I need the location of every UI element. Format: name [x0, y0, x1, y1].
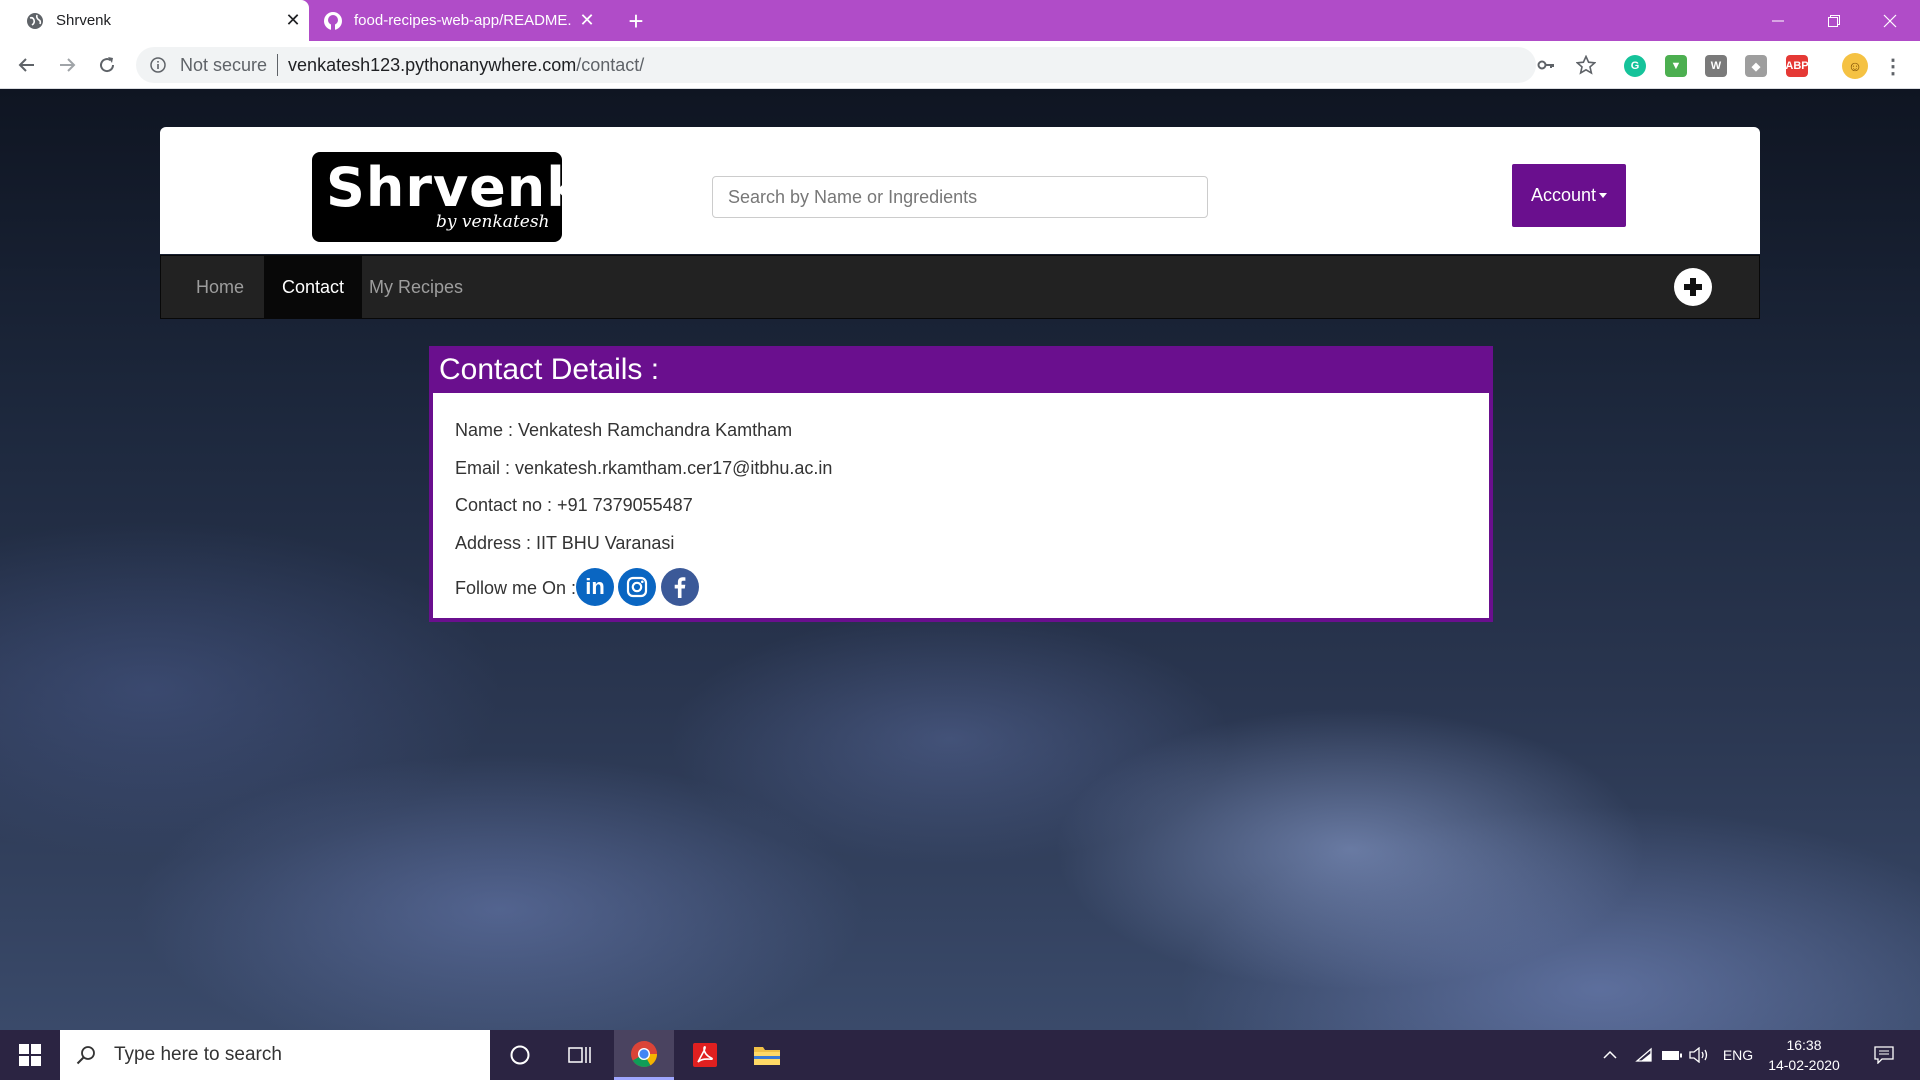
- plus-icon: [1684, 278, 1702, 296]
- nav-contact[interactable]: Contact: [264, 256, 362, 318]
- add-recipe-button[interactable]: [1674, 268, 1712, 306]
- browser-tab-bar: Shrvenk ✕ food-recipes-web-app/README. ✕…: [0, 0, 1920, 41]
- forward-button[interactable]: [52, 50, 82, 80]
- logo-main-text: Shrvenk: [326, 156, 584, 219]
- info-icon[interactable]: [150, 57, 166, 73]
- tab-shrvenk[interactable]: Shrvenk ✕: [0, 0, 309, 41]
- url-text: venkatesh123.pythonanywhere.com/contact/: [288, 55, 644, 76]
- word-extension-icon[interactable]: W: [1705, 55, 1727, 77]
- follow-row: Follow me On : in: [455, 568, 755, 608]
- contact-phone: Contact no : +91 7379055487: [455, 495, 693, 515]
- search-icon: [76, 1046, 95, 1065]
- browser-toolbar: Not secure venkatesh123.pythonanywhere.c…: [0, 41, 1920, 89]
- address-bar[interactable]: Not secure venkatesh123.pythonanywhere.c…: [136, 47, 1536, 83]
- facebook-icon[interactable]: [661, 568, 699, 606]
- bookmark-star-icon[interactable]: [1568, 47, 1604, 83]
- key-icon[interactable]: [1528, 47, 1564, 83]
- account-dropdown-button[interactable]: Account: [1512, 164, 1626, 227]
- contact-address: Address : IIT BHU Varanasi: [455, 533, 675, 553]
- account-label: Account: [1530, 185, 1597, 205]
- volume-icon[interactable]: [1688, 1030, 1712, 1080]
- logo-sub-text: by venkatesh: [436, 212, 550, 232]
- recipe-search-input[interactable]: [712, 176, 1208, 218]
- wifi-icon[interactable]: [1632, 1030, 1656, 1080]
- clock-time: 16:38: [1786, 1037, 1822, 1053]
- globe-icon: [25, 11, 45, 31]
- acrobat-taskbar-icon[interactable]: [675, 1030, 735, 1080]
- contact-email: Email : venkatesh.rkamtham.cer17@itbhu.a…: [455, 458, 833, 478]
- site-header: Shrvenk by venkatesh Account: [160, 127, 1760, 254]
- profile-extension-icon[interactable]: ◆: [1745, 55, 1767, 77]
- windows-logo-icon: [19, 1044, 41, 1066]
- tab-github-readme[interactable]: food-recipes-web-app/README. ✕: [317, 0, 603, 41]
- follow-label: Follow me On :: [455, 578, 577, 598]
- close-tab-icon[interactable]: ✕: [577, 10, 597, 31]
- close-tab-icon[interactable]: ✕: [283, 10, 303, 31]
- site-navbar: Home Contact My Recipes: [160, 255, 1760, 319]
- language-indicator[interactable]: ENG: [1718, 1030, 1758, 1080]
- site-logo[interactable]: Shrvenk by venkatesh: [312, 152, 582, 242]
- show-hidden-icons-chevron-icon[interactable]: [1598, 1030, 1622, 1080]
- file-explorer-taskbar-icon[interactable]: [737, 1030, 797, 1080]
- nav-my-recipes[interactable]: My Recipes: [362, 256, 470, 318]
- restore-button[interactable]: [1806, 0, 1862, 41]
- caret-down-icon: [1599, 193, 1608, 198]
- clock-date: 14-02-2020: [1768, 1057, 1840, 1073]
- windows-taskbar: Type here to search ENG 16:38 14-02-2020: [0, 1030, 1920, 1080]
- instagram-icon[interactable]: [618, 568, 656, 606]
- taskbar-search-placeholder: Type here to search: [114, 1044, 282, 1065]
- tab-title: food-recipes-web-app/README.: [354, 12, 572, 29]
- cortana-icon[interactable]: [490, 1030, 550, 1080]
- tab-title: Shrvenk: [56, 12, 112, 29]
- task-view-icon[interactable]: [550, 1030, 610, 1080]
- taskbar-search-box[interactable]: Type here to search: [60, 1030, 490, 1080]
- contact-heading: Contact Details :: [429, 346, 1493, 393]
- nav-home[interactable]: Home: [179, 256, 261, 318]
- windows-start-button[interactable]: [0, 1030, 60, 1080]
- back-button[interactable]: [12, 50, 42, 80]
- chrome-menu-icon[interactable]: ⋮: [1882, 55, 1904, 78]
- github-icon: [323, 11, 343, 31]
- linkedin-icon[interactable]: in: [576, 568, 614, 606]
- security-label: Not secure: [180, 54, 268, 75]
- adblock-extension-icon[interactable]: ABP: [1785, 55, 1809, 77]
- chrome-taskbar-icon[interactable]: [614, 1030, 674, 1080]
- separator: [277, 54, 279, 76]
- page-content: Shrvenk by venkatesh Account Home Contac…: [0, 89, 1920, 1030]
- clock[interactable]: 16:38 14-02-2020: [1764, 1030, 1844, 1080]
- reload-button[interactable]: [92, 50, 122, 80]
- minimize-button[interactable]: [1750, 0, 1806, 41]
- grammarly-extension-icon[interactable]: G: [1624, 55, 1646, 77]
- url-host: venkatesh123.pythonanywhere.com: [288, 54, 577, 75]
- contact-name: Name : Venkatesh Ramchandra Kamtham: [455, 420, 793, 440]
- download-extension-icon[interactable]: ▼: [1665, 55, 1687, 77]
- action-center-icon[interactable]: [1864, 1030, 1904, 1080]
- contact-details-card: Contact Details : Name : Venkatesh Ramch…: [429, 346, 1493, 622]
- battery-icon[interactable]: [1660, 1030, 1684, 1080]
- new-tab-button[interactable]: +: [622, 7, 650, 35]
- profile-avatar[interactable]: ☺: [1842, 53, 1868, 79]
- url-path: /contact/: [576, 54, 645, 75]
- close-window-button[interactable]: [1862, 0, 1918, 41]
